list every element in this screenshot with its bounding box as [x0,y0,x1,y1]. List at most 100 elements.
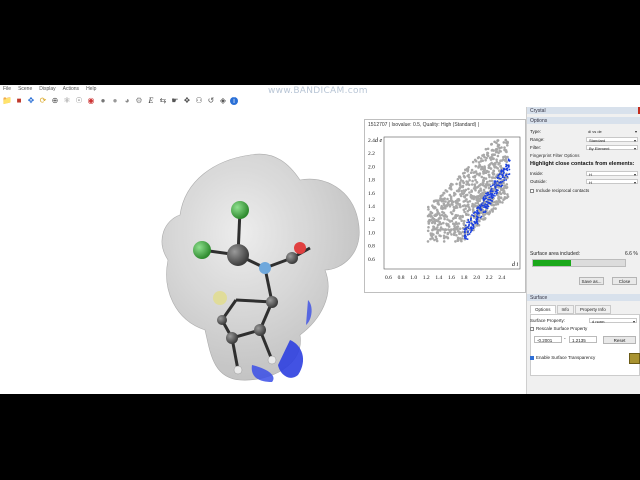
tab-property-info[interactable]: Property Info [575,305,611,314]
atom-icon[interactable]: ⚛ [62,96,72,106]
carbon-atom [226,332,238,344]
checkbox-icon[interactable] [530,326,534,331]
fingerprint-highlight-point [482,197,485,200]
transparency-checkbox[interactable]: Enable Surface Transparency [530,355,595,360]
fingerprint-point [496,139,500,142]
chlorine-atom [193,241,211,259]
fingerprint-point [464,188,468,192]
fingerprint-point [459,238,462,242]
reset-icon[interactable]: ↺ [206,96,216,106]
open-folder-icon[interactable]: 📁 [2,96,12,106]
fingerprint-point [470,183,474,186]
options-section-header[interactable]: Options [527,117,640,124]
globe-icon[interactable]: ◕ [122,96,132,106]
fingerprint-point [495,158,498,161]
sphere-alt-icon[interactable]: ● [110,96,120,106]
fingerprint-point [447,203,451,206]
fingerprint-highlight-point [495,184,498,186]
camera-icon[interactable]: ◈ [218,96,228,106]
fingerprint-point [506,193,509,196]
fingerprint-point [466,209,469,213]
fingerprint-highlight-point [482,199,485,202]
zoom-icon[interactable]: ⊕ [50,96,60,106]
reset-button[interactable]: Reset [603,336,636,344]
save-icon[interactable]: ■ [14,96,24,106]
fingerprint-point [498,161,501,165]
color-swatch[interactable] [629,353,640,364]
menu-scene[interactable]: Scene [15,85,36,94]
fingerprint-point [453,222,456,226]
fingerprint-highlight-point [476,216,479,218]
fingerprint-highlight-point [486,204,488,206]
fingerprint-point [430,215,433,218]
fingerprint-highlight-point [476,213,479,215]
surface-icon[interactable]: ◉ [86,96,96,106]
rotate-icon[interactable]: ⟳ [38,96,48,106]
tab-options[interactable]: Options [530,305,556,314]
carbon-atom [286,252,298,264]
rescale-checkbox[interactable]: Rescale Surface Property [530,326,587,331]
checkbox-checked-icon[interactable] [530,355,534,360]
min-value-input[interactable]: -0.2001 [534,336,562,343]
fingerprint-point [470,190,473,193]
fingerprint-point [497,196,500,200]
type-select[interactable]: di vs de [586,129,638,134]
x-tick-label: 1.0 [410,275,417,281]
fingerprint-point [434,206,437,209]
menu-file[interactable]: File [0,85,15,94]
menu-actions[interactable]: Actions [60,85,83,94]
close-button[interactable]: Close [612,277,637,285]
fingerprint-point [456,202,460,205]
fingerprint-point [503,192,506,195]
fingerprint-point [459,205,462,209]
surface-property-select[interactable]: d norm [589,318,637,324]
fingerprint-point [453,231,457,234]
filter-select[interactable]: By Element [586,145,638,151]
fingerprint-highlight-point [491,184,494,187]
fingerprint-point [485,182,489,186]
fingerprint-point [442,191,446,195]
range-select[interactable]: Standard [586,137,638,143]
fingerprint-point [458,181,462,184]
outside-label: Outside: [530,179,547,184]
area-value: 6.6 % [625,251,638,257]
fingerprint-highlight-point [486,207,489,210]
crystal-section-header[interactable]: Crystal [527,107,640,114]
settings-icon[interactable]: ⚙ [134,96,144,106]
hydrogen-icon[interactable]: ⚇ [194,96,204,106]
save-as-button[interactable]: Save as... [579,277,604,285]
menu-display[interactable]: Display [36,85,59,94]
fingerprint-highlight-point [485,195,487,197]
info-icon[interactable]: i [230,97,238,105]
outside-select[interactable]: H [586,179,638,185]
molecule-viewport[interactable] [140,120,370,390]
fingerprint-point [443,217,446,221]
fingerprint-point [464,199,467,203]
menu-help[interactable]: Help [83,85,100,94]
molecule-icon[interactable]: ☉ [74,96,84,106]
fingerprint-point [461,214,464,218]
max-value-input[interactable]: 1.2135 [569,336,597,343]
fingerprint-point [449,228,453,231]
reciprocal-checkbox[interactable]: Include reciprocal contacts [530,188,589,193]
sphere-icon[interactable]: ● [98,96,108,106]
fingerprint-highlight-point [500,171,503,173]
select-icon[interactable]: ☛ [170,96,180,106]
fingerprint-point [475,180,479,184]
fingerprint-highlight-point [472,225,475,228]
fingerprint-point [482,176,486,180]
fingerprint-highlight-point [492,194,495,197]
italic-e-icon[interactable]: E [146,96,156,106]
inside-select[interactable]: H [586,171,638,177]
checkbox-icon[interactable] [530,188,534,193]
measure-icon[interactable]: ⇆ [158,96,168,106]
tab-info[interactable]: Info [556,305,575,314]
surface-section-header[interactable]: Surface [527,294,640,301]
fingerprint-point [442,240,446,243]
crystal-icon[interactable]: ❖ [182,96,192,106]
fingerprint-highlight-point [500,182,502,184]
fingerprint-point [496,154,500,158]
fingerprint-highlight-point [467,219,470,221]
fingerprint-highlight-point [500,185,502,188]
move-icon[interactable]: ✥ [26,96,36,106]
